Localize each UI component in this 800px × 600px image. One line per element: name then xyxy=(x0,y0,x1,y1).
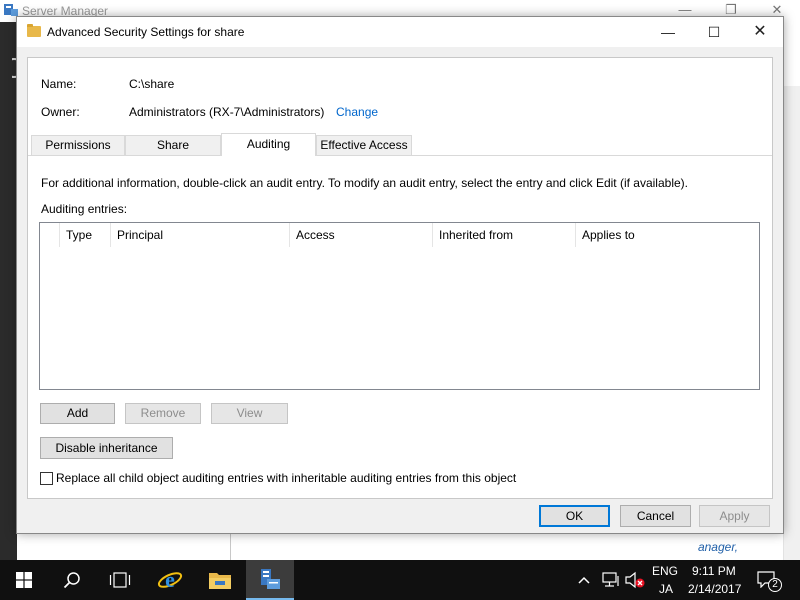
replace-child-entries-label[interactable]: Replace all child object auditing entrie… xyxy=(56,471,516,485)
replace-child-entries-checkbox[interactable] xyxy=(40,472,53,485)
dialog-close-button[interactable]: ✕ xyxy=(737,17,783,47)
advanced-security-dialog: Advanced Security Settings for share — ☐… xyxy=(16,16,784,534)
task-view-icon xyxy=(109,572,131,588)
action-center-button[interactable]: 2 xyxy=(752,568,782,594)
tab-permissions[interactable]: Permissions xyxy=(31,135,125,155)
search-button[interactable] xyxy=(48,560,96,600)
table-header: Type Principal Access Inherited from App… xyxy=(40,223,759,247)
tab-divider xyxy=(28,155,772,156)
add-button[interactable]: Add xyxy=(40,403,115,424)
search-icon xyxy=(63,572,80,589)
server-manager-link[interactable]: anager, xyxy=(698,540,738,554)
clock-date[interactable]: 2/14/2017 xyxy=(688,582,741,596)
file-explorer-button[interactable] xyxy=(196,560,244,600)
name-value: C:\share xyxy=(129,77,175,91)
server-manager-icon xyxy=(4,4,18,16)
server-manager-scrollbar[interactable] xyxy=(783,86,800,562)
input-language-indicator[interactable]: ENG xyxy=(652,564,678,578)
dialog-minimize-button[interactable]: — xyxy=(645,17,691,47)
taskbar: e ENG JA 9:11 PM 2/14/2017 2 xyxy=(0,560,800,600)
folder-icon xyxy=(209,573,231,589)
column-header-icon[interactable] xyxy=(40,223,60,247)
windows-logo-icon xyxy=(16,572,32,588)
task-view-button[interactable] xyxy=(96,560,144,600)
column-header-principal[interactable]: Principal xyxy=(111,223,290,247)
info-text: For additional information, double-click… xyxy=(41,176,688,190)
server-manager-taskbar-button[interactable] xyxy=(246,560,294,600)
server-manager-sidebar xyxy=(0,22,24,562)
tab-auditing[interactable]: Auditing xyxy=(221,133,316,156)
dialog-maximize-button[interactable]: ☐ xyxy=(691,17,737,47)
volume-muted-icon[interactable] xyxy=(624,571,646,589)
auditing-entries-table[interactable]: Type Principal Access Inherited from App… xyxy=(39,222,760,390)
name-label: Name: xyxy=(41,77,77,91)
ok-button[interactable]: OK xyxy=(539,505,610,527)
folder-icon xyxy=(27,24,41,37)
owner-label: Owner: xyxy=(41,105,80,119)
column-header-inherited-from[interactable]: Inherited from xyxy=(433,223,576,247)
internet-explorer-icon: e xyxy=(157,568,183,592)
input-method-indicator[interactable]: JA xyxy=(659,582,673,596)
disable-inheritance-button[interactable]: Disable inheritance xyxy=(40,437,173,459)
owner-value: Administrators (RX-7\Administrators) xyxy=(129,105,325,119)
dialog-titlebar: Advanced Security Settings for share — ☐… xyxy=(17,17,783,47)
column-header-type[interactable]: Type xyxy=(60,223,111,247)
svg-text:e: e xyxy=(165,568,175,592)
column-header-applies-to[interactable]: Applies to xyxy=(576,223,759,247)
divider xyxy=(230,533,231,563)
tab-share[interactable]: Share xyxy=(125,135,221,155)
remove-button[interactable]: Remove xyxy=(125,403,201,424)
notification-count-badge: 2 xyxy=(768,578,782,592)
tab-effective-access[interactable]: Effective Access xyxy=(316,135,412,155)
internet-explorer-button[interactable]: e xyxy=(146,560,194,600)
server-manager-icon xyxy=(261,569,280,589)
view-button[interactable]: View xyxy=(211,403,288,424)
change-owner-link[interactable]: Change xyxy=(336,105,378,119)
dialog-content-panel: Name: C:\share Owner: Administrators (RX… xyxy=(27,57,773,499)
auditing-entries-label: Auditing entries: xyxy=(41,202,128,216)
cancel-button[interactable]: Cancel xyxy=(620,505,691,527)
server-manager-content-row: anager, xyxy=(34,532,784,563)
apply-button[interactable]: Apply xyxy=(699,505,770,527)
tab-strip: Permissions Share Auditing Effective Acc… xyxy=(28,133,772,156)
network-icon[interactable] xyxy=(601,571,621,589)
column-header-access[interactable]: Access xyxy=(290,223,433,247)
chevron-up-icon[interactable] xyxy=(577,572,591,588)
dialog-title: Advanced Security Settings for share xyxy=(47,25,245,39)
start-button[interactable] xyxy=(0,560,48,600)
clock-time[interactable]: 9:11 PM xyxy=(692,564,736,578)
